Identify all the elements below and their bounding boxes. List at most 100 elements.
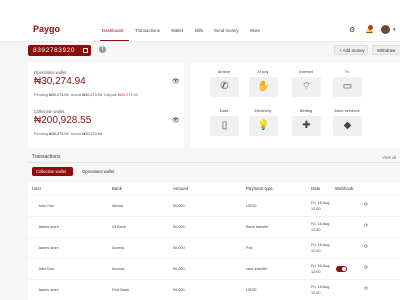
hand-pay-icon[interactable]: ✋ — [249, 77, 278, 97]
eye-icon[interactable]: 👁 — [172, 78, 180, 85]
table-row[interactable]: James store First Bank 50,000 USSD Fri, … — [28, 279, 400, 299]
app-logo[interactable]: Paygo — [33, 24, 60, 34]
info-icon[interactable]: i — [99, 46, 106, 53]
cell-user: James store — [38, 246, 59, 250]
cell-amount: 50,000 — [173, 204, 185, 208]
actual-value: ₦30,274.94 — [82, 132, 103, 136]
cell-user: John Doe — [38, 204, 55, 208]
column-header-user: User — [32, 186, 42, 191]
service-label-betting: Betting — [299, 108, 313, 113]
service-label-data: Data — [219, 108, 229, 113]
time-text: 12:00 — [311, 270, 321, 274]
cell-date: Fri, 16 Aug 12:00 — [311, 221, 329, 233]
cell-amount: 50,000 — [173, 288, 185, 292]
column-header-amount: Amount — [173, 186, 189, 191]
cell-bank: Access — [112, 246, 125, 250]
cell-amount: 50,000 — [173, 246, 185, 250]
table-row[interactable]: James store Gt Bank 50,000 Bank transfer… — [28, 216, 400, 236]
view-all-link[interactable]: View all — [382, 155, 396, 160]
wallets-panel: Operations wallet ₦30,274.94 👁 Pending ₦… — [28, 62, 184, 148]
nav-more[interactable]: More — [250, 28, 260, 33]
service-label-mpay: M pay — [257, 69, 269, 74]
settings-icon[interactable]: ⚙ — [349, 26, 355, 34]
puzzle-icon[interactable]: ✚ — [292, 116, 321, 136]
nav-wallet[interactable]: Wallet — [171, 28, 183, 33]
service-label-airtime: Airtime — [217, 69, 231, 74]
pending-label: Pending — [34, 132, 48, 136]
operations-wallet-breakdown: Pending ₦30,274.94 Actual ₦30,274.94 Dis… — [34, 93, 138, 97]
chevron-down-icon[interactable]: ▾ — [393, 27, 396, 33]
refresh-icon[interactable]: ⟳ — [364, 202, 368, 208]
copy-icon[interactable] — [83, 47, 88, 53]
services-panel: Airtime ✆ M pay ✋ Internet ⌔ Tv ▭ Data ▯… — [190, 62, 400, 148]
cell-payment-type: USSD — [246, 204, 257, 208]
collection-wallet-amount: ₦200,928.55 — [34, 115, 92, 126]
account-number-button[interactable]: 8392783920 — [28, 45, 91, 56]
actual-label: Actual — [70, 93, 82, 97]
add-money-button[interactable]: + Add money — [334, 45, 368, 55]
cell-payment-type: Bank transfer — [246, 225, 269, 229]
actual-value: ₦30,274.94 — [82, 93, 103, 97]
withdraw-button[interactable]: Withdraw — [372, 45, 400, 55]
cell-date: Fri, 16 Aug 12:00 — [311, 242, 329, 254]
time-text: 12:00 — [311, 249, 321, 253]
collection-wallet-label: Collection wallet — [34, 109, 65, 114]
cell-bank: Wema — [112, 204, 123, 208]
dispute-label: Dispute — [104, 93, 118, 97]
transactions-title: Transactions — [32, 154, 61, 160]
pending-label: Pending — [34, 93, 48, 97]
pending-value: ₦30,274.94 — [49, 93, 69, 97]
nav-transactions[interactable]: Transactions — [135, 28, 160, 33]
notification-badge — [368, 25, 373, 30]
phone-icon[interactable]: ✆ — [210, 77, 239, 97]
table-row[interactable]: John Doe Wema 50,000 USSD Fri, 16 Aug 12:… — [28, 195, 400, 215]
time-text: 12:00 — [311, 291, 321, 295]
column-header-payment-type: Payment type — [246, 186, 273, 191]
service-label-electricity: Electricity — [254, 108, 272, 113]
refresh-icon[interactable]: ⟳ — [364, 223, 368, 229]
webhook-toggle[interactable] — [336, 266, 347, 272]
bulb-icon[interactable]: 💡 — [249, 116, 278, 136]
nav-bills[interactable]: Bills — [195, 28, 203, 33]
cell-payment-type: USSD — [246, 288, 257, 292]
nav-send-money[interactable]: Send money — [214, 28, 239, 33]
refresh-icon[interactable]: ⟳ — [364, 244, 368, 250]
service-label-internet: Internet — [299, 69, 313, 74]
cell-bank: Gt Bank — [112, 225, 126, 229]
nav-dashboard[interactable]: Dashboard — [102, 28, 123, 33]
avatar[interactable] — [381, 25, 390, 34]
refresh-icon[interactable]: ⟳ — [364, 286, 368, 292]
tab-collection-wallet[interactable]: Collection wallet — [32, 167, 73, 176]
table-row[interactable]: James store Access 50,000 Pos Fri, 16 Au… — [28, 237, 400, 257]
grid-icon[interactable]: ◆ — [333, 116, 362, 136]
service-label-more: More services — [334, 108, 360, 113]
refresh-icon[interactable]: ⟳ — [364, 265, 368, 271]
column-header-bank: Bank — [112, 186, 123, 191]
cell-amount: 50,000 — [173, 267, 185, 271]
cell-date: Fri, 16 Aug 12:00 — [311, 263, 329, 275]
actual-label: Actual — [70, 132, 82, 136]
mobile-data-icon[interactable]: ▯ — [210, 116, 239, 136]
cell-date: Fri, 16 Aug 12:00 — [311, 284, 329, 296]
time-text: 12:00 — [311, 207, 321, 211]
cell-bank: First Bank — [112, 288, 130, 292]
cell-payment-type: card transfer — [246, 267, 268, 271]
service-label-tv: Tv — [344, 69, 350, 74]
eye-icon[interactable]: 👁 — [172, 117, 180, 124]
tv-icon[interactable]: ▭ — [333, 77, 362, 97]
pending-value: ₦30,274.94 — [49, 132, 69, 136]
nav-active-indicator — [100, 40, 129, 42]
wifi-icon[interactable]: ⌔ — [292, 77, 321, 97]
table-row[interactable]: John Doe Access 50,000 card transfer Fri… — [28, 258, 400, 278]
dispute-value: ₦30,274.94 — [118, 93, 138, 97]
cell-bank: Access — [112, 267, 125, 271]
column-header-date: Date — [311, 186, 321, 191]
cell-user: James store — [38, 225, 59, 229]
cell-user: John Doe — [38, 267, 55, 271]
tab-operations-wallet[interactable]: Operations wallet — [82, 169, 114, 174]
operations-wallet-amount: ₦30,274.94 — [34, 76, 86, 87]
column-header-webhook: Webhook — [335, 186, 354, 191]
transactions-table: User Bank Amount Payment type Date Webho… — [28, 182, 400, 300]
cell-date: Fri, 16 Aug 12:00 — [311, 200, 329, 212]
collection-wallet-breakdown: Pending ₦30,274.94 Actual ₦30,274.94 — [34, 132, 102, 136]
